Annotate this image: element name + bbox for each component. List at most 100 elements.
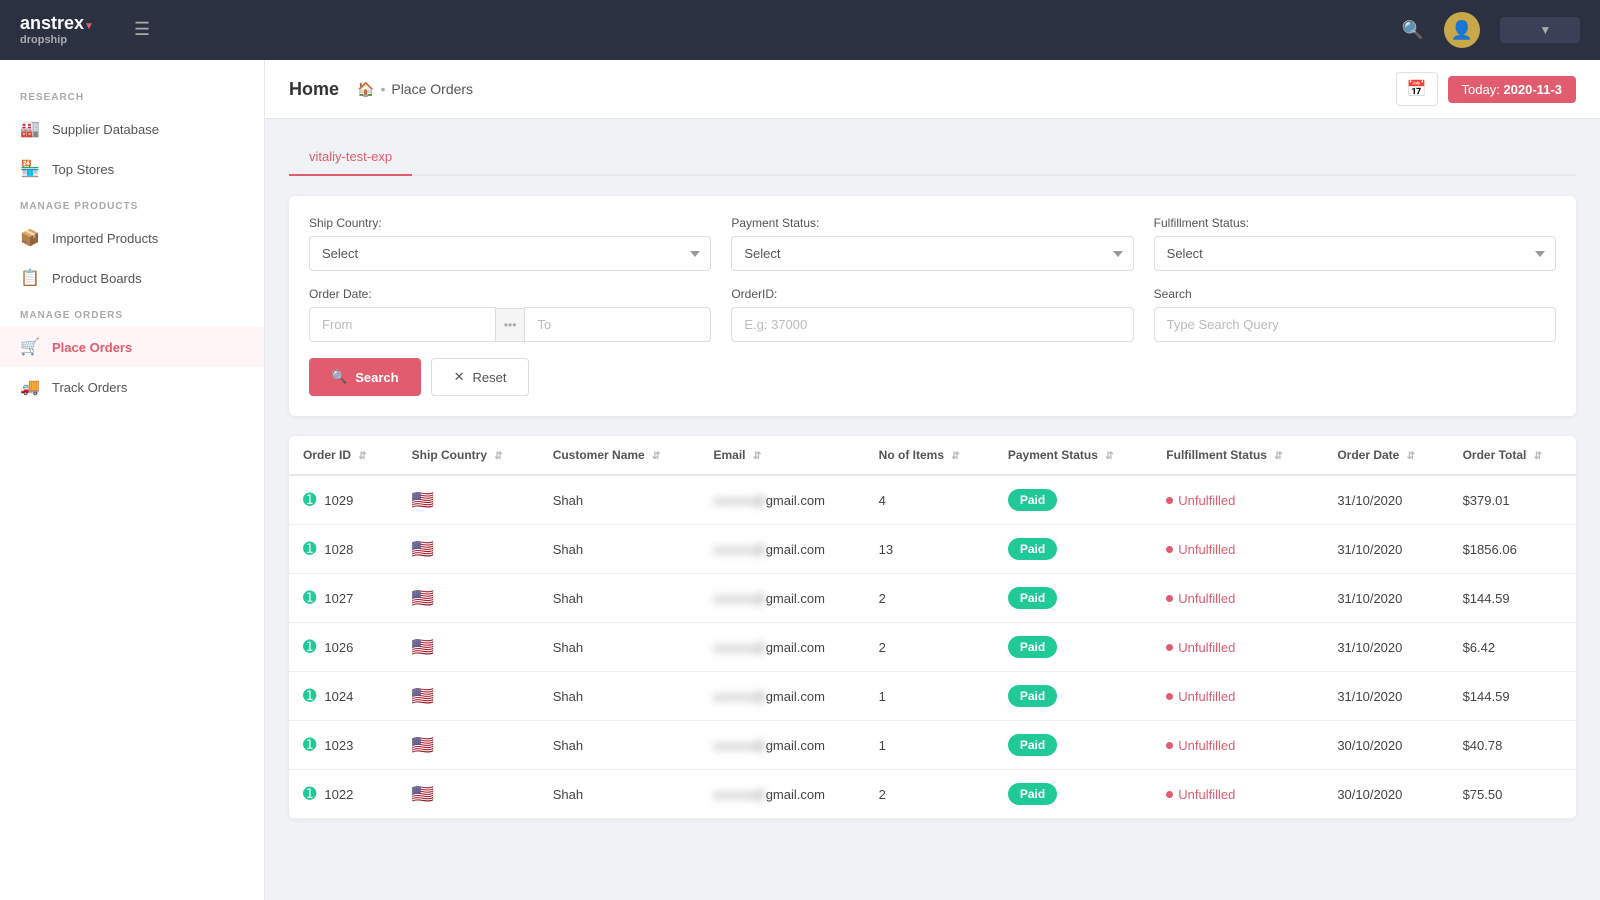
hamburger-menu[interactable]: ☰: [134, 19, 150, 40]
sidebar-item-place-orders[interactable]: 🛒 Place Orders: [0, 327, 264, 367]
ship-country-select[interactable]: Select US UK CA AU: [309, 236, 711, 271]
sort-icon-order-total[interactable]: ⇵: [1534, 451, 1542, 462]
cell-customer-name-3: Shah: [539, 623, 700, 672]
date-range-group: •••: [309, 307, 711, 342]
product-boards-icon: 📋: [20, 268, 40, 288]
sidebar-item-track-orders[interactable]: 🚚 Track Orders: [0, 367, 264, 407]
top-navigation: anstrex▼ dropship ☰ 🔍 👤 ▼: [0, 0, 1600, 60]
expand-row-6[interactable]: ➊: [303, 784, 316, 804]
sidebar-item-imported-products[interactable]: 📦 Imported Products: [0, 218, 264, 258]
place-orders-icon: 🛒: [20, 337, 40, 357]
search-button[interactable]: 🔍 Search: [309, 358, 421, 396]
sidebar-label-place-orders: Place Orders: [52, 340, 132, 355]
search-input[interactable]: [1154, 307, 1556, 342]
tab-vitaliy-test-exp[interactable]: vitaliy-test-exp: [289, 139, 412, 176]
cell-fulfillment-status-2: Unfulfilled: [1152, 574, 1323, 623]
header-right: 📅 Today: 2020-11-3: [1396, 72, 1576, 106]
sidebar-label-track-orders: Track Orders: [52, 380, 127, 395]
expand-row-4[interactable]: ➊: [303, 686, 316, 706]
cell-order-total-3: $6.42: [1449, 623, 1576, 672]
cell-order-date-1: 31/10/2020: [1323, 525, 1448, 574]
search-icon[interactable]: 🔍: [1402, 20, 1424, 41]
reset-btn-label: Reset: [472, 370, 506, 385]
sort-icon-no-of-items[interactable]: ⇵: [951, 451, 959, 462]
unfulfilled-dot-4: [1166, 693, 1173, 700]
cell-email-3: xxxxxx@gmail.com: [699, 623, 864, 672]
cell-order-id-3: ➊ 1026: [289, 623, 398, 672]
cell-payment-status-3: Paid: [994, 623, 1152, 672]
payment-status-select[interactable]: Select Paid Pending Refunded: [731, 236, 1133, 271]
avatar[interactable]: 👤: [1444, 12, 1480, 48]
cell-payment-status-0: Paid: [994, 475, 1152, 525]
table-header-row: Order ID ⇵ Ship Country ⇵ Customer Name …: [289, 436, 1576, 475]
filter-row-2: Order Date: ••• OrderID: Search: [309, 287, 1556, 342]
table-body: ➊ 1029 🇺🇸 Shah xxxxxx@gmail.com 4 Paid U…: [289, 475, 1576, 819]
unfulfilled-dot-5: [1166, 742, 1173, 749]
sort-icon-customer-name[interactable]: ⇵: [652, 451, 660, 462]
sidebar-label-product-boards: Product Boards: [52, 271, 142, 286]
search-label: Search: [1154, 287, 1556, 301]
logo-text: anstrex▼ dropship: [20, 13, 94, 46]
cell-order-id-2: ➊ 1027: [289, 574, 398, 623]
cell-customer-name-0: Shah: [539, 475, 700, 525]
cell-order-id-5: ➊ 1023: [289, 721, 398, 770]
flag-icon-4: 🇺🇸: [412, 686, 434, 706]
sort-icon-order-date[interactable]: ⇵: [1407, 451, 1415, 462]
breadcrumb-current: Place Orders: [391, 81, 473, 97]
cell-ship-country-6: 🇺🇸: [398, 770, 539, 819]
fulfillment-status-label: Fulfillment Status:: [1154, 216, 1556, 230]
cell-payment-status-1: Paid: [994, 525, 1152, 574]
cell-ship-country-1: 🇺🇸: [398, 525, 539, 574]
sort-icon-email[interactable]: ⇵: [753, 451, 761, 462]
user-dropdown[interactable]: ▼: [1500, 17, 1580, 43]
page-title: Home: [289, 79, 339, 100]
search-btn-label: Search: [355, 370, 398, 385]
topnav-right: 🔍 👤 ▼: [1402, 12, 1580, 48]
table-row: ➊ 1022 🇺🇸 Shah xxxxxx@gmail.com 2 Paid U…: [289, 770, 1576, 819]
sidebar-item-product-boards[interactable]: 📋 Product Boards: [0, 258, 264, 298]
expand-row-5[interactable]: ➊: [303, 735, 316, 755]
content-area: vitaliy-test-exp Ship Country: Select US…: [265, 119, 1600, 839]
col-customer-name: Customer Name ⇵: [539, 436, 700, 475]
fulfillment-label-1: Unfulfilled: [1178, 542, 1235, 557]
unfulfilled-dot-6: [1166, 791, 1173, 798]
fulfillment-label-3: Unfulfilled: [1178, 640, 1235, 655]
sidebar-section-research: RESEARCH: [0, 80, 264, 109]
expand-row-1[interactable]: ➊: [303, 539, 316, 559]
cell-order-date-5: 30/10/2020: [1323, 721, 1448, 770]
cell-order-date-0: 31/10/2020: [1323, 475, 1448, 525]
home-icon[interactable]: 🏠: [357, 81, 374, 98]
flag-icon-3: 🇺🇸: [412, 637, 434, 657]
fulfillment-status-group: Fulfillment Status: Select Fulfilled Unf…: [1154, 216, 1556, 271]
order-date-to-input[interactable]: [524, 307, 711, 342]
order-id-input[interactable]: [731, 307, 1133, 342]
cell-fulfillment-status-0: Unfulfilled: [1152, 475, 1323, 525]
payment-status-group: Payment Status: Select Paid Pending Refu…: [731, 216, 1133, 271]
sort-icon-payment-status[interactable]: ⇵: [1105, 451, 1113, 462]
sort-icon-ship-country[interactable]: ⇵: [494, 451, 502, 462]
orders-table: Order ID ⇵ Ship Country ⇵ Customer Name …: [289, 436, 1576, 819]
expand-row-2[interactable]: ➊: [303, 588, 316, 608]
cell-ship-country-4: 🇺🇸: [398, 672, 539, 721]
cell-email-4: xxxxxx@gmail.com: [699, 672, 864, 721]
table-row: ➊ 1028 🇺🇸 Shah xxxxxx@gmail.com 13 Paid …: [289, 525, 1576, 574]
calendar-button[interactable]: 📅: [1396, 72, 1438, 106]
fulfillment-label-6: Unfulfilled: [1178, 787, 1235, 802]
sidebar-item-top-stores[interactable]: 🏪 Top Stores: [0, 149, 264, 189]
fulfillment-status-select[interactable]: Select Fulfilled Unfulfilled Partial: [1154, 236, 1556, 271]
cell-no-of-items-4: 1: [865, 672, 994, 721]
payment-badge-1: Paid: [1008, 538, 1057, 560]
logo: anstrex▼ dropship: [20, 14, 94, 46]
cell-fulfillment-status-4: Unfulfilled: [1152, 672, 1323, 721]
tabs-bar: vitaliy-test-exp: [289, 139, 1576, 176]
expand-row-0[interactable]: ➊: [303, 490, 316, 510]
sidebar-section-manage-orders: MANAGE ORDERS: [0, 298, 264, 327]
payment-status-label: Payment Status:: [731, 216, 1133, 230]
sort-icon-order-id[interactable]: ⇵: [358, 451, 366, 462]
reset-button[interactable]: ✕ Reset: [431, 358, 530, 396]
sidebar-item-supplier-database[interactable]: 🏭 Supplier Database: [0, 109, 264, 149]
order-date-from-input[interactable]: [309, 307, 496, 342]
cell-order-total-0: $379.01: [1449, 475, 1576, 525]
sort-icon-fulfillment-status[interactable]: ⇵: [1274, 451, 1282, 462]
expand-row-3[interactable]: ➊: [303, 637, 316, 657]
